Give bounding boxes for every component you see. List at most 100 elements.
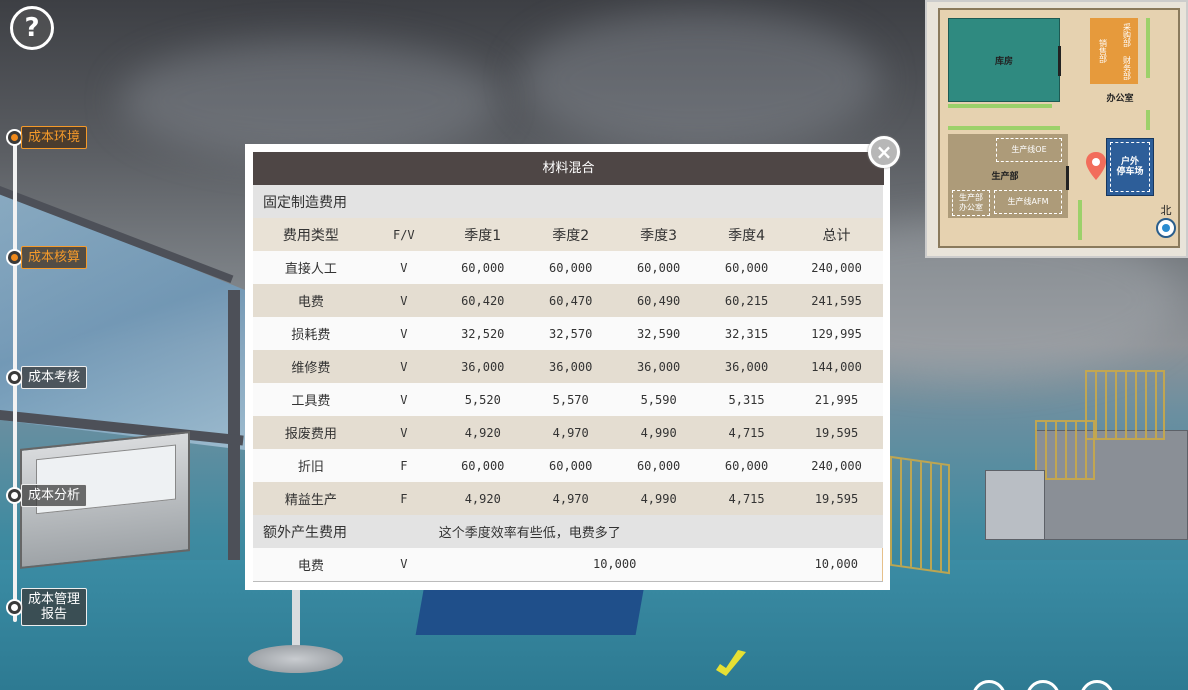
cell-q1: 36,000 [438, 350, 527, 383]
location-pin-icon [1086, 152, 1106, 180]
help-button[interactable]: ? [10, 6, 54, 50]
nav-label: 成本管理 报告 [21, 588, 88, 626]
compass-icon[interactable] [1156, 218, 1176, 238]
cell-q1: 4,920 [438, 416, 527, 449]
cell-type: 折旧 [253, 449, 369, 482]
minimap-warehouse[interactable]: 库房 [948, 18, 1060, 102]
cell-q1: 60,000 [438, 251, 527, 284]
minimap[interactable]: 库房 销售部 采购部 财务部 办公室 生产线OE 生产部 生产部 办公室 生产线… [925, 0, 1188, 258]
nav-item-cost-accounting[interactable]: 成本核算 [6, 246, 88, 269]
cell-type: 电费 [253, 284, 369, 317]
cell-total: 19,595 [790, 482, 883, 515]
cell-q4: 5,315 [702, 383, 791, 416]
extra-cost-row: 电费 V 10,000 10,000 [253, 548, 883, 582]
header-q4: 季度4 [702, 218, 791, 251]
nav-label: 成本核算 [21, 246, 88, 269]
cell-q1: 4,920 [438, 482, 527, 515]
cell-q4: 4,715 [702, 482, 791, 515]
cell-q2: 60,000 [526, 251, 615, 284]
cell-total: 144,000 [790, 350, 883, 383]
factory-structures [885, 330, 1188, 590]
cell-q3: 4,990 [614, 416, 703, 449]
cell-amount: 10,000 [438, 548, 791, 582]
table-row: 电费 V 60,420 60,470 60,490 60,215 241,595 [253, 284, 883, 317]
cell-q2: 60,000 [526, 449, 615, 482]
minimap-purchase[interactable]: 采购部 [1116, 18, 1138, 51]
cell-type: 工具费 [253, 383, 369, 416]
cell-q2: 5,570 [526, 383, 615, 416]
cell-fv: V [368, 251, 439, 284]
cell-q3: 60,490 [614, 284, 703, 317]
cell-q1: 60,420 [438, 284, 527, 317]
minimap-production-office[interactable]: 生产部 办公室 [952, 190, 990, 216]
table-row: 报废费用 V 4,920 4,970 4,990 4,715 19,595 [253, 416, 883, 449]
cell-q4: 60,000 [702, 251, 791, 284]
cell-type: 报废费用 [253, 416, 369, 449]
cell-q4: 60,000 [702, 449, 791, 482]
cell-total: 19,595 [790, 416, 883, 449]
extra-cost-label: 额外产生费用 [253, 515, 439, 548]
header-fv: F/V [368, 218, 439, 251]
cell-total: 129,995 [790, 317, 883, 350]
cell-fv: F [368, 482, 439, 515]
header-q1: 季度1 [438, 218, 527, 251]
cell-type: 直接人工 [253, 251, 369, 284]
cell-type: 维修费 [253, 350, 369, 383]
cell-q2: 4,970 [526, 482, 615, 515]
cell-q1: 60,000 [438, 449, 527, 482]
cell-q1: 32,520 [438, 317, 527, 350]
minimap-office[interactable]: 办公室 [1090, 90, 1150, 104]
cell-type: 精益生产 [253, 482, 369, 515]
cell-q4: 60,215 [702, 284, 791, 317]
cell-q3: 36,000 [614, 350, 703, 383]
cell-q3: 60,000 [614, 251, 703, 284]
cell-q4: 4,715 [702, 416, 791, 449]
nav-label: 成本分析 [21, 484, 88, 507]
minimap-line-oe[interactable]: 生产线OE [996, 138, 1062, 162]
minimap-line-afm[interactable]: 生产线AFM [994, 190, 1062, 214]
header-q3: 季度3 [614, 218, 703, 251]
cell-total: 240,000 [790, 251, 883, 284]
table-row: 直接人工 V 60,000 60,000 60,000 60,000 240,0… [253, 251, 883, 284]
nav-item-cost-analysis[interactable]: 成本分析 [6, 484, 88, 507]
cell-type: 损耗费 [253, 317, 369, 350]
nav-item-cost-assessment[interactable]: 成本考核 [6, 366, 88, 389]
yellow-arrow-marker [716, 650, 746, 676]
extra-cost-note: 这个季度效率有些低，电费多了 [438, 515, 883, 548]
minimap-sales[interactable]: 销售部 [1090, 18, 1116, 84]
table-row: 损耗费 V 32,520 32,570 32,590 32,315 129,99… [253, 317, 883, 350]
cell-q1: 5,520 [438, 383, 527, 416]
nav-item-cost-environment[interactable]: 成本环境 [6, 126, 88, 149]
cell-q2: 36,000 [526, 350, 615, 383]
cell-fv: V [368, 284, 439, 317]
cell-total: 10,000 [790, 548, 883, 582]
minimap-production[interactable]: 生产部 [980, 168, 1030, 182]
cell-total: 241,595 [790, 284, 883, 317]
close-icon[interactable]: × [868, 136, 900, 168]
table-row: 折旧 F 60,000 60,000 60,000 60,000 240,000 [253, 449, 883, 482]
cell-fv: V [368, 350, 439, 383]
minimap-parking[interactable]: 户外 停车场 [1110, 142, 1150, 192]
table-row: 精益生产 F 4,920 4,970 4,990 4,715 19,595 [253, 482, 883, 515]
header-q2: 季度2 [526, 218, 615, 251]
cell-fv: F [368, 449, 439, 482]
cell-q3: 32,590 [614, 317, 703, 350]
minimap-finance[interactable]: 财务部 [1116, 51, 1138, 84]
table-row: 维修费 V 36,000 36,000 36,000 36,000 144,00… [253, 350, 883, 383]
section-fixed-manufacturing: 固定制造费用 [253, 185, 883, 218]
cell-q4: 36,000 [702, 350, 791, 383]
cell-fv: V [368, 317, 439, 350]
dialog-title: 材料混合 [253, 152, 884, 185]
table-header-row: 费用类型 F/V 季度1 季度2 季度3 季度4 总计 [253, 218, 883, 251]
cell-q3: 5,590 [614, 383, 703, 416]
table-row: 工具费 V 5,520 5,570 5,590 5,315 21,995 [253, 383, 883, 416]
cell-fv: V [368, 383, 439, 416]
material-mix-dialog: 材料混合 固定制造费用 费用类型 F/V 季度1 季度2 季度3 季度4 总计 … [245, 144, 890, 590]
nav-label: 成本环境 [21, 126, 88, 149]
minimap-north-label: 北 [1160, 204, 1172, 217]
cell-type: 电费 [253, 548, 369, 582]
cell-fv: V [368, 548, 439, 582]
nav-item-cost-management-report[interactable]: 成本管理 报告 [6, 588, 88, 626]
cell-q2: 60,470 [526, 284, 615, 317]
cell-q4: 32,315 [702, 317, 791, 350]
